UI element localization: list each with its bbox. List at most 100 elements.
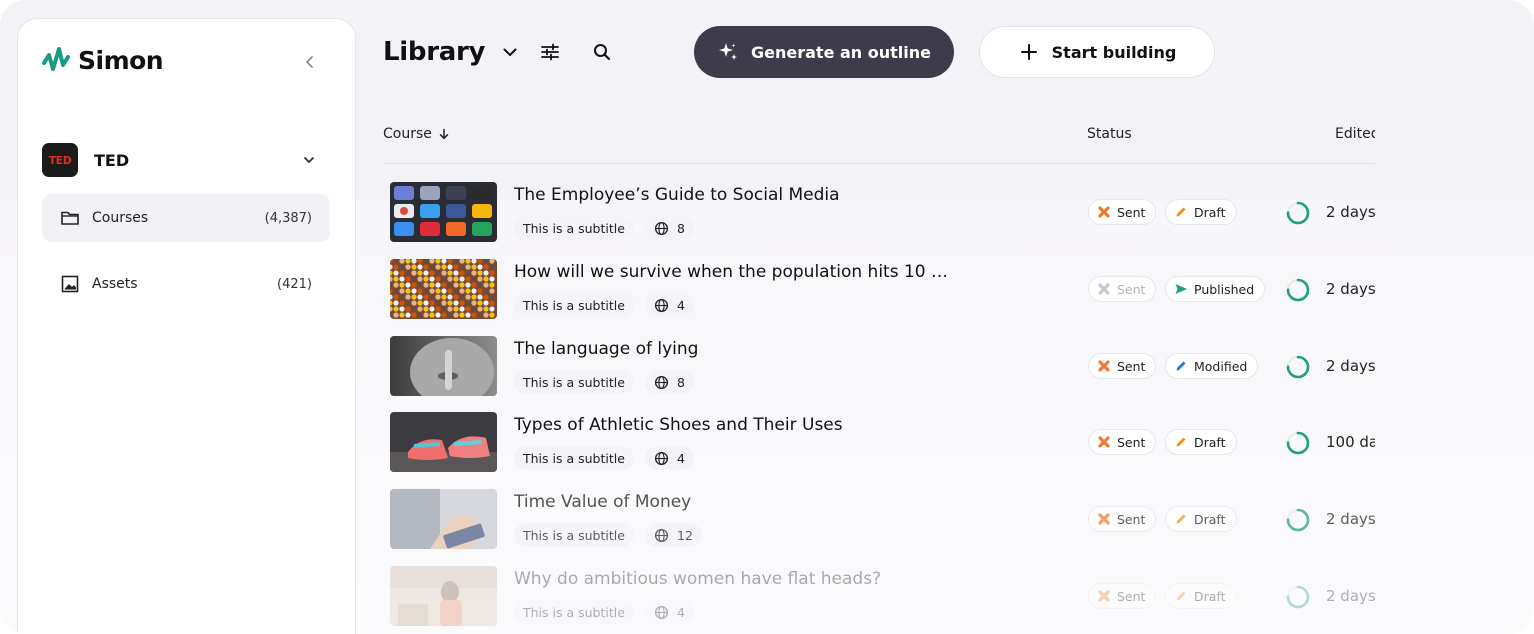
globe-icon bbox=[654, 375, 669, 389]
languages-count: 4 bbox=[677, 450, 685, 466]
brand-name: Simon bbox=[78, 45, 164, 75]
status-badge-label: Modified bbox=[1194, 358, 1248, 374]
table-row[interactable]: The language of lying This is a subtitle 8… bbox=[383, 336, 1375, 398]
column-header-status[interactable]: Status bbox=[1087, 126, 1132, 142]
status-badge-label: Sent bbox=[1117, 281, 1146, 297]
course-title[interactable]: The language of lying bbox=[514, 339, 698, 359]
status-badge-draft[interactable]: Draft bbox=[1165, 199, 1237, 225]
languages-count: 4 bbox=[677, 297, 685, 313]
org-switcher[interactable]: TED TED bbox=[42, 142, 316, 178]
org-name: TED bbox=[94, 150, 130, 170]
search-icon[interactable] bbox=[591, 41, 613, 63]
chevron-down-icon[interactable] bbox=[501, 43, 519, 61]
generate-outline-button[interactable]: Generate an outline bbox=[694, 26, 954, 78]
progress-ring bbox=[1286, 278, 1310, 302]
start-building-button[interactable]: Start building bbox=[979, 26, 1215, 78]
course-title[interactable]: How will we survive when the population … bbox=[514, 262, 954, 282]
sent-x-icon bbox=[1098, 436, 1110, 448]
library-header: Library bbox=[383, 26, 613, 78]
progress-ring bbox=[1286, 355, 1310, 379]
status-badge-draft[interactable]: Draft bbox=[1165, 583, 1237, 609]
course-title[interactable]: Why do ambitious women have flat heads? bbox=[514, 569, 881, 589]
table-row[interactable]: Why do ambitious women have flat heads? T… bbox=[383, 566, 1375, 628]
table-header: Course Status Edited bbox=[383, 110, 1375, 164]
folder-icon bbox=[61, 211, 79, 225]
start-building-label: Start building bbox=[1051, 42, 1177, 62]
sidebar-item-courses[interactable]: Courses (4,387) bbox=[42, 194, 330, 242]
sent-x-icon bbox=[1098, 513, 1110, 525]
languages-chip: 12 bbox=[645, 523, 702, 547]
filter-sliders-icon[interactable] bbox=[539, 41, 561, 63]
arrow-down-icon bbox=[439, 128, 449, 140]
languages-chip: 8 bbox=[645, 370, 694, 394]
column-header-edited[interactable]: Edited bbox=[1335, 126, 1375, 142]
pencil-icon bbox=[1176, 514, 1186, 524]
status-badge-label: Draft bbox=[1194, 588, 1226, 604]
status-badge-sent[interactable]: Sent bbox=[1088, 353, 1157, 379]
status-badge-modified[interactable]: Modified bbox=[1165, 353, 1259, 379]
course-thumbnail[interactable] bbox=[390, 259, 497, 319]
status-badge-draft[interactable]: Draft bbox=[1165, 429, 1237, 455]
subtitle-chip: This is a subtitle bbox=[514, 600, 634, 624]
subtitle-chip: This is a subtitle bbox=[514, 293, 634, 317]
status-badge-sent[interactable]: Sent bbox=[1088, 506, 1157, 532]
status-badge-sent[interactable]: Sent bbox=[1088, 583, 1157, 609]
languages-chip: 4 bbox=[645, 446, 694, 470]
sidebar-item-count: (421) bbox=[277, 276, 312, 292]
languages-chip: 4 bbox=[645, 293, 694, 317]
table-row[interactable]: Types of Athletic Shoes and Their Uses Th… bbox=[383, 412, 1375, 474]
course-thumbnail[interactable] bbox=[390, 489, 497, 549]
course-title[interactable]: The Employee’s Guide to Social Media bbox=[514, 185, 840, 205]
globe-icon bbox=[654, 528, 669, 542]
languages-chip: 8 bbox=[645, 216, 694, 240]
progress-ring bbox=[1286, 431, 1310, 455]
status-badge-label: Sent bbox=[1117, 588, 1146, 604]
sent-x-icon bbox=[1098, 590, 1110, 602]
column-header-course[interactable]: Course bbox=[383, 126, 450, 142]
sidebar-item-count: (4,387) bbox=[264, 210, 312, 226]
chevron-down-icon bbox=[304, 157, 314, 163]
status-badge-sent[interactable]: Sent bbox=[1088, 276, 1157, 302]
subtitle-chip: This is a subtitle bbox=[514, 523, 634, 547]
status-badge-published[interactable]: Published bbox=[1165, 276, 1266, 302]
collapse-sidebar-button[interactable] bbox=[301, 53, 319, 71]
languages-chip: 4 bbox=[645, 600, 694, 624]
course-thumbnail[interactable] bbox=[390, 566, 497, 626]
course-title[interactable]: Types of Athletic Shoes and Their Uses bbox=[514, 415, 843, 435]
status-badge-label: Sent bbox=[1117, 434, 1146, 450]
status-badge-label: Sent bbox=[1117, 204, 1146, 220]
course-thumbnail[interactable] bbox=[390, 336, 497, 396]
status-badge-label: Draft bbox=[1194, 434, 1226, 450]
subtitle-chip: This is a subtitle bbox=[514, 446, 634, 470]
globe-icon bbox=[654, 451, 669, 465]
globe-icon bbox=[654, 298, 669, 312]
brand-logo[interactable]: Simon bbox=[42, 45, 164, 75]
table-row[interactable]: How will we survive when the population … bbox=[383, 259, 1375, 321]
edited-time: 100 days bbox=[1326, 433, 1375, 451]
status-badge-draft[interactable]: Draft bbox=[1165, 506, 1237, 532]
sent-x-icon bbox=[1098, 360, 1110, 372]
pencil-icon bbox=[1176, 361, 1186, 371]
languages-count: 12 bbox=[677, 527, 693, 543]
table-row[interactable]: The Employee’s Guide to Social Media This… bbox=[383, 182, 1375, 244]
status-badge-label: Draft bbox=[1194, 204, 1226, 220]
course-thumbnail[interactable] bbox=[390, 412, 497, 472]
course-title[interactable]: Time Value of Money bbox=[514, 492, 691, 512]
status-badge-label: Draft bbox=[1194, 511, 1226, 527]
table-row[interactable]: Time Value of Money This is a subtitle 12 S… bbox=[383, 489, 1375, 551]
edited-time: 2 days bbox=[1326, 357, 1375, 375]
edited-time: 2 days bbox=[1326, 203, 1375, 221]
globe-icon bbox=[654, 221, 669, 235]
course-thumbnail-image bbox=[390, 259, 497, 319]
sidebar-item-label: Courses bbox=[92, 210, 149, 226]
image-icon bbox=[61, 275, 79, 293]
simon-logo-icon bbox=[42, 47, 70, 71]
status-badge-sent[interactable]: Sent bbox=[1088, 429, 1157, 455]
status-badge-sent[interactable]: Sent bbox=[1088, 199, 1157, 225]
globe-icon bbox=[654, 605, 669, 619]
languages-count: 8 bbox=[677, 220, 685, 236]
languages-count: 4 bbox=[677, 604, 685, 620]
sidebar-item-assets[interactable]: Assets (421) bbox=[42, 260, 330, 308]
plus-icon bbox=[1020, 44, 1037, 60]
course-thumbnail[interactable] bbox=[390, 182, 497, 242]
